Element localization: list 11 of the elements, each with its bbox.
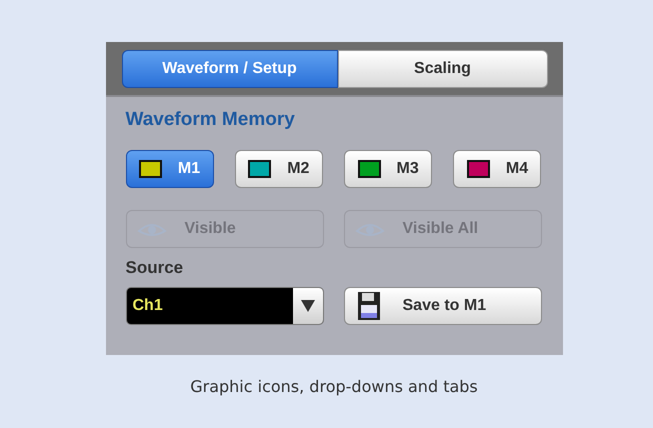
source-label: Source <box>126 258 184 279</box>
section-title: Waveform Memory <box>126 109 296 132</box>
tab[interactable]: Scaling <box>338 50 548 88</box>
save-button[interactable]: Save to M1 <box>344 287 542 325</box>
memory-button[interactable]: M3 <box>344 150 432 188</box>
tab[interactable]: Waveform / Setup <box>122 50 338 88</box>
memory-button[interactable]: M2 <box>234 150 323 188</box>
source-dropdown[interactable]: Ch1 <box>126 287 324 325</box>
caption: Graphic icons, drop-downs and tabs <box>190 377 478 396</box>
memory-button[interactable]: M4 <box>453 150 542 188</box>
dropdown-arrow-icon <box>300 300 314 312</box>
